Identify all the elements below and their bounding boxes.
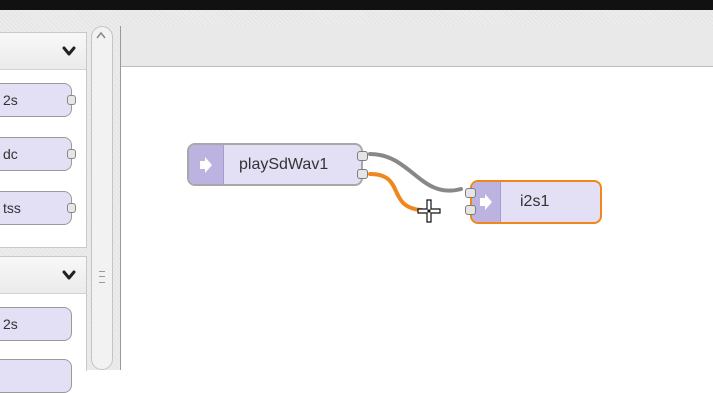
wire-dragging (368, 172, 423, 212)
wire-connected[interactable] (368, 152, 463, 193)
arrow-right-icon (480, 194, 492, 210)
node-icon-area (189, 145, 224, 184)
palette-node-output-port (67, 95, 76, 105)
palette-section-header[interactable] (0, 33, 86, 70)
palette-node-label: 2s (3, 92, 18, 108)
node-icon-area (472, 182, 501, 222)
node-label: i2s1 (520, 193, 550, 210)
palette-section: 2s (0, 256, 87, 393)
flow-canvas[interactable]: playSdWav1 i2s1 (121, 67, 713, 370)
input-port[interactable] (465, 188, 476, 198)
palette-scrollbar[interactable] (91, 26, 113, 370)
move-crosshair-icon (417, 199, 441, 223)
palette-node-label: dc (3, 146, 18, 162)
palette-node-output-port (67, 149, 76, 159)
palette-node[interactable]: dc (0, 137, 76, 171)
flow-node-playsdwav1[interactable]: playSdWav1 (187, 143, 368, 186)
scrollbar-track[interactable] (91, 26, 113, 370)
chevron-down-icon[interactable] (62, 269, 76, 281)
output-port[interactable] (357, 169, 368, 179)
palette-node[interactable] (0, 359, 72, 393)
arrow-right-icon (200, 156, 212, 173)
workspace-toolbar (121, 26, 713, 67)
window-top-bar (0, 0, 713, 10)
palette-section: 2s dc tss (0, 32, 87, 248)
palette-node-label: tss (3, 200, 21, 216)
scrollbar-grip-icon[interactable] (99, 271, 105, 283)
palette-node[interactable]: 2s (0, 307, 72, 341)
palette-section-header[interactable] (0, 257, 86, 294)
flow-node-i2s1[interactable]: i2s1 (465, 180, 602, 224)
palette-node-label: 2s (3, 316, 18, 332)
palette-node[interactable]: tss (0, 191, 76, 225)
workspace: playSdWav1 i2s1 (120, 26, 713, 370)
scroll-up-arrow-icon[interactable] (95, 30, 107, 42)
palette-node-output-port (67, 203, 76, 213)
node-label: playSdWav1 (239, 155, 329, 173)
input-port[interactable] (465, 205, 476, 215)
chevron-down-icon[interactable] (62, 45, 76, 57)
palette-node[interactable]: 2s (0, 83, 76, 117)
output-port[interactable] (357, 151, 368, 161)
